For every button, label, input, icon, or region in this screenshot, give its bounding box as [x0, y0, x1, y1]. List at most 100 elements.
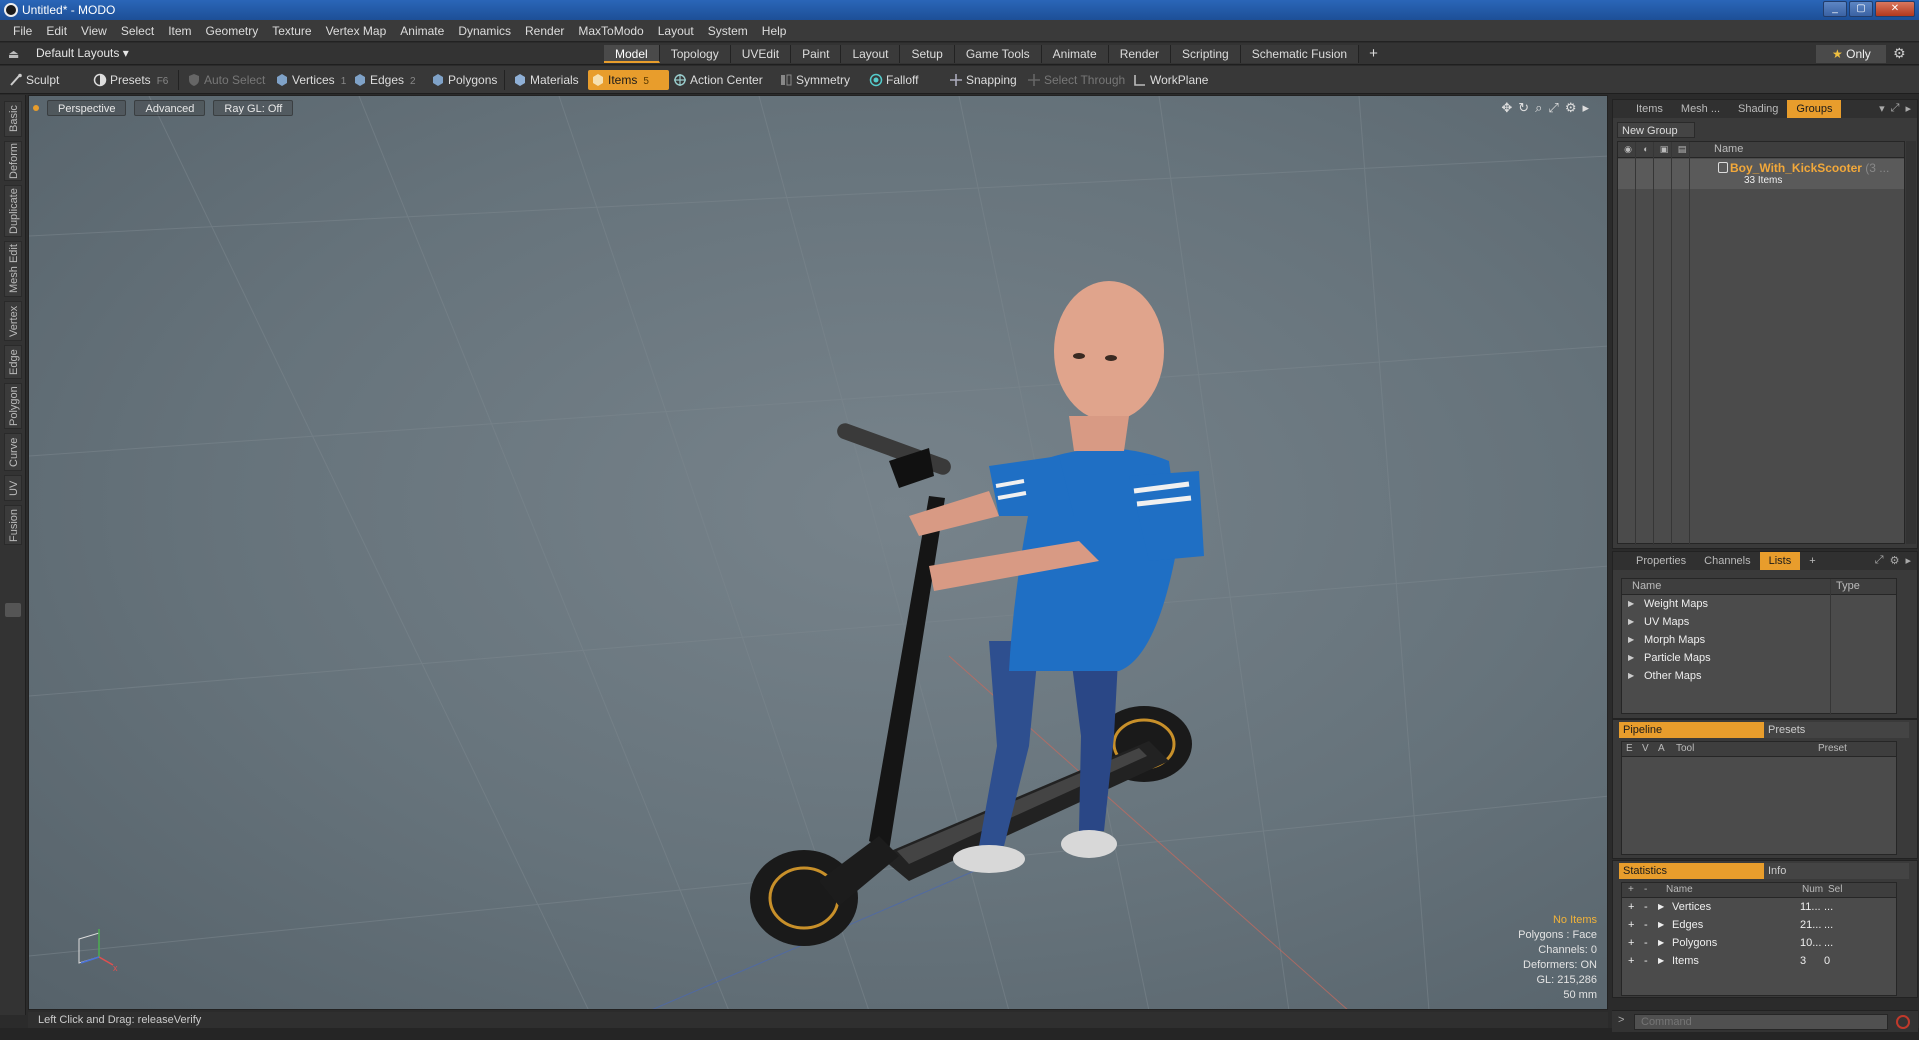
maximize-button[interactable]: ▢	[1849, 1, 1873, 17]
vtab-vertex[interactable]: Vertex	[4, 301, 22, 341]
polygons-button[interactable]: Polygons	[428, 70, 497, 90]
expand-plus-icon[interactable]: +	[1628, 934, 1634, 952]
tab-pipeline[interactable]: Pipeline	[1619, 722, 1764, 738]
menu-texture[interactable]: Texture	[265, 20, 318, 42]
chevron-right-icon[interactable]: ▶	[1658, 934, 1664, 952]
shading-mode-dropdown[interactable]: Advanced	[134, 100, 206, 116]
chevron-down-icon[interactable]: ▾	[1879, 102, 1885, 115]
menu-animate[interactable]: Animate	[393, 20, 451, 42]
zoom-icon[interactable]: ⌕	[1535, 100, 1542, 116]
tab-schematic-fusion[interactable]: Schematic Fusion	[1240, 45, 1360, 63]
tab-groups[interactable]: Groups	[1787, 100, 1842, 118]
tab-animate[interactable]: Animate	[1041, 45, 1109, 63]
viewport-gear-icon[interactable]: ⚙	[1565, 100, 1577, 116]
viewport-menu-icon[interactable]: ▸	[1582, 100, 1589, 116]
vtab-duplicate[interactable]: Duplicate	[4, 185, 22, 237]
close-button[interactable]: ✕	[1875, 1, 1915, 17]
vtab-fusion[interactable]: Fusion	[4, 505, 22, 545]
tab-layout[interactable]: Layout	[841, 45, 901, 63]
snapping-button[interactable]: Snapping	[946, 70, 1017, 90]
vtab-edge[interactable]: Edge	[4, 345, 22, 379]
menu-select[interactable]: Select	[114, 20, 161, 42]
eye-icon[interactable]: ◉	[1622, 144, 1634, 156]
menu-help[interactable]: Help	[755, 20, 794, 42]
tab-scripting[interactable]: Scripting	[1171, 45, 1241, 63]
scene-model[interactable]	[29, 96, 1608, 1010]
collapse-minus-icon[interactable]: -	[1644, 952, 1648, 970]
tab-game-tools[interactable]: Game Tools	[954, 45, 1042, 63]
lists-gear-icon[interactable]: ⚙	[1890, 554, 1900, 567]
list-item-particle-maps[interactable]: Particle Maps	[1622, 649, 1896, 667]
vertices-button[interactable]: Vertices 1	[272, 70, 346, 90]
vtab-curve[interactable]: Curve	[4, 433, 22, 471]
tab-model[interactable]: Model	[604, 45, 660, 63]
menu-system[interactable]: System	[701, 20, 755, 42]
tab-statistics[interactable]: Statistics	[1619, 863, 1764, 879]
minimize-button[interactable]: _	[1823, 1, 1847, 17]
table-row[interactable]: + - ▶ Edges 21... ...	[1622, 916, 1896, 934]
tab-paint[interactable]: Paint	[791, 45, 842, 63]
menu-maxtomodo[interactable]: MaxToModo	[571, 20, 650, 42]
panel-menu-icon[interactable]: ▸	[1905, 102, 1911, 115]
vtab-basic[interactable]: Basic	[4, 101, 22, 137]
table-row[interactable]: + - ▶ Vertices 11... ...	[1622, 898, 1896, 916]
menu-geometry[interactable]: Geometry	[199, 20, 266, 42]
tab-presets[interactable]: Presets	[1764, 722, 1909, 738]
rotate-icon[interactable]: ↻	[1518, 100, 1529, 116]
layout-arrow-icon[interactable]: ⏏	[8, 47, 19, 61]
chevron-right-icon[interactable]: ▶	[1658, 952, 1664, 970]
tab-setup[interactable]: Setup	[900, 45, 955, 63]
vtab-polygon[interactable]: Polygon	[4, 383, 22, 429]
gear-icon[interactable]: ⚙	[1893, 45, 1906, 62]
expand-plus-icon[interactable]: +	[1628, 952, 1634, 970]
tab-shading[interactable]: Shading	[1729, 100, 1787, 118]
vtab-uv[interactable]: UV	[4, 475, 22, 501]
tab-topology[interactable]: Topology	[659, 45, 731, 63]
list-item-morph-maps[interactable]: Morph Maps	[1622, 631, 1896, 649]
menu-file[interactable]: File	[6, 20, 39, 42]
chevron-right-icon[interactable]: ▶	[1658, 916, 1664, 934]
add-panel-tab-button[interactable]: +	[1800, 552, 1824, 570]
falloff-button[interactable]: Falloff	[866, 70, 918, 90]
menu-edit[interactable]: Edit	[39, 20, 74, 42]
lock-icon[interactable]: ▣	[1658, 144, 1670, 156]
toolbox-toggle-button[interactable]	[5, 603, 21, 617]
view-type-dropdown[interactable]: Perspective	[47, 100, 127, 116]
group-row[interactable]: Boy_With_KickScooter (3 ... 33 Items	[1618, 159, 1904, 189]
groups-scrollbar[interactable]	[1906, 141, 1916, 544]
table-row[interactable]: + - ▶ Polygons 10... ...	[1622, 934, 1896, 952]
expand-icon[interactable]: ⤢	[1891, 102, 1900, 115]
vtab-mesh-edit[interactable]: Mesh Edit	[4, 241, 22, 297]
collapse-minus-icon[interactable]: -	[1644, 898, 1648, 916]
menu-layout[interactable]: Layout	[651, 20, 701, 42]
render-icon[interactable]: ◐	[1640, 144, 1652, 156]
tab-lists[interactable]: Lists	[1759, 552, 1801, 570]
menu-view[interactable]: View	[74, 20, 114, 42]
command-input[interactable]	[1634, 1014, 1888, 1030]
add-tab-button[interactable]: +	[1359, 45, 1388, 63]
presets-button[interactable]: Presets F6	[90, 70, 168, 90]
pan-icon[interactable]: ✥	[1501, 100, 1512, 116]
table-row[interactable]: + - ▶ Items 3 0	[1622, 952, 1896, 970]
list-item-weight-maps[interactable]: Weight Maps	[1622, 595, 1896, 613]
record-macro-icon[interactable]	[1896, 1015, 1910, 1029]
materials-button[interactable]: Materials	[510, 70, 579, 90]
menu-item[interactable]: Item	[161, 20, 198, 42]
menu-dynamics[interactable]: Dynamics	[451, 20, 518, 42]
list-item-uv-maps[interactable]: UV Maps	[1622, 613, 1896, 631]
auto-select-button[interactable]: Auto Select	[184, 70, 265, 90]
new-group-button[interactable]: New Group	[1617, 122, 1695, 138]
items-button[interactable]: Items 5	[588, 70, 669, 90]
menu-render[interactable]: Render	[518, 20, 571, 42]
tab-info[interactable]: Info	[1764, 863, 1909, 879]
3d-viewport[interactable]: Perspective Advanced Ray GL: Off ✥ ↻ ⌕ ⤢…	[28, 95, 1608, 1010]
fit-icon[interactable]: ⤢	[1548, 100, 1558, 116]
tab-channels[interactable]: Channels	[1695, 552, 1759, 570]
vtab-deform[interactable]: Deform	[4, 141, 22, 181]
chevron-right-icon[interactable]: ▶	[1658, 898, 1664, 916]
workplane-button[interactable]: WorkPlane	[1130, 70, 1208, 90]
layouts-dropdown[interactable]: Default Layouts ▾	[36, 46, 129, 60]
sculpt-button[interactable]: Sculpt	[6, 70, 59, 90]
expand-plus-icon[interactable]: +	[1628, 898, 1634, 916]
panel-menu-icon[interactable]: ▸	[1905, 554, 1911, 567]
